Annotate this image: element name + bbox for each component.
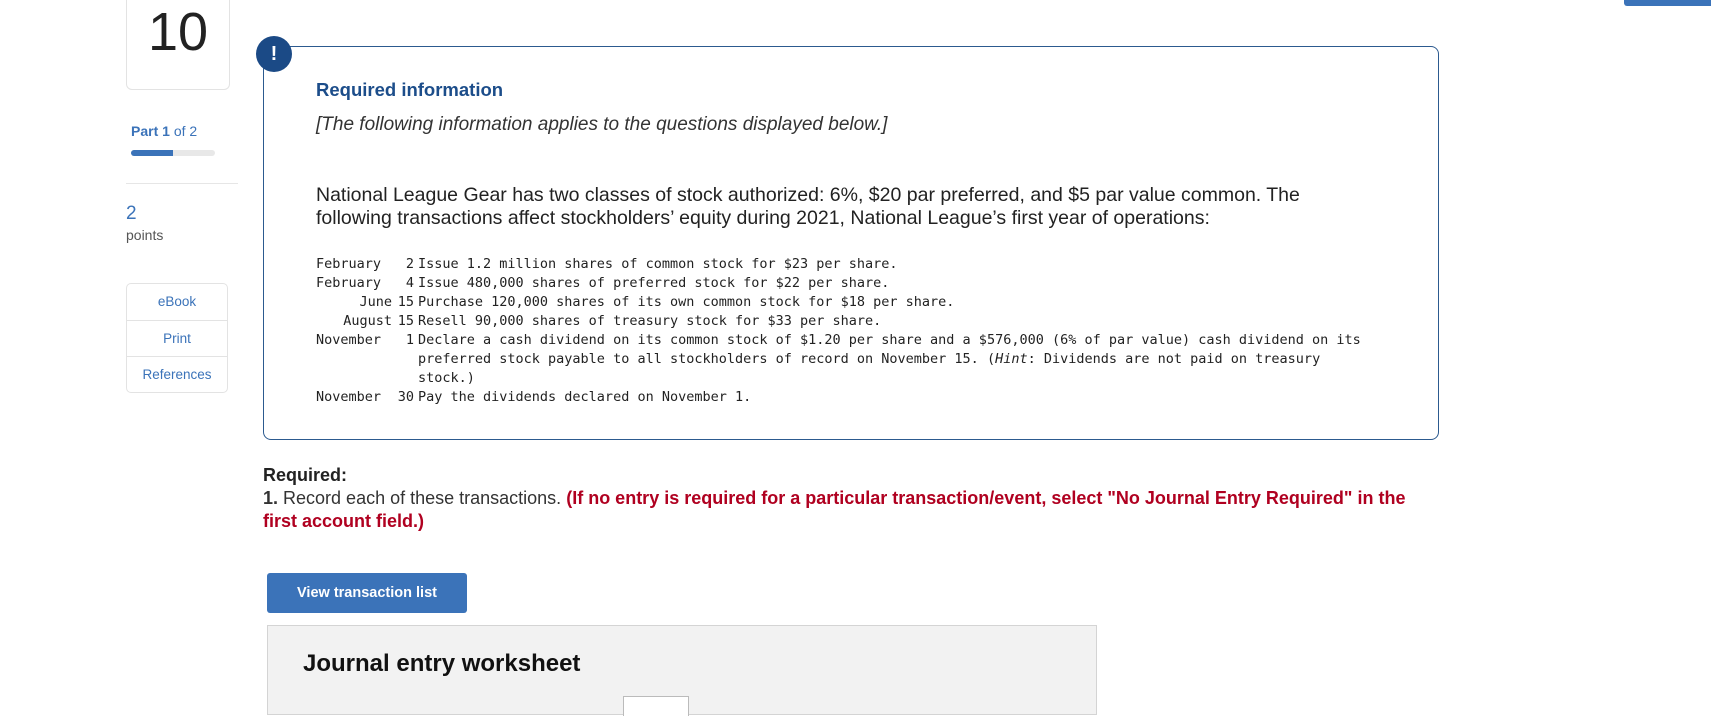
part-progress-bar — [131, 150, 215, 156]
transaction-desc: Issue 1.2 million shares of common stock… — [418, 256, 898, 272]
transaction-row: November 30 Pay the dividends declared on… — [316, 388, 1368, 407]
print-link[interactable]: Print — [127, 320, 227, 356]
transaction-desc: Declare a cash dividend on its common st… — [418, 331, 1368, 388]
worksheet-title: Journal entry worksheet — [303, 650, 581, 677]
part-prefix: Part — [131, 123, 159, 139]
transaction-row: February 2 Issue 1.2 million shares of co… — [316, 255, 1368, 274]
transaction-desc: Pay the dividends declared on November 1… — [418, 389, 752, 405]
top-right-tab[interactable] — [1624, 0, 1711, 6]
transaction-desc: Issue 480,000 shares of preferred stock … — [418, 275, 890, 291]
required-information-title: Required information — [316, 79, 504, 100]
transaction-row: August 15 Resell 90,000 shares of treasur… — [316, 312, 1368, 331]
rail-divider — [126, 183, 238, 184]
points-label: points — [126, 227, 164, 243]
required-instruction: 1. Record each of these transactions. (I… — [263, 487, 1443, 533]
transaction-day: 2 — [405, 256, 414, 272]
transaction-day: 15 — [397, 313, 414, 329]
transaction-month: November — [316, 389, 382, 405]
transaction-day: 30 — [397, 389, 414, 405]
alert-icon: ! — [256, 36, 292, 72]
transaction-month: June — [359, 294, 392, 310]
view-transaction-list-button[interactable]: View transaction list — [267, 573, 467, 613]
transaction-row: June 15 Purchase 120,000 shares of its ow… — [316, 293, 1368, 312]
transaction-row: November 1 Declare a cash dividend on its… — [316, 331, 1368, 388]
transaction-day: 4 — [405, 275, 414, 291]
references-link[interactable]: References — [127, 356, 227, 392]
transaction-month: November — [316, 332, 382, 348]
ebook-link[interactable]: eBook — [127, 284, 227, 320]
part-progress-fill — [131, 150, 173, 156]
part-current: 1 — [162, 123, 170, 139]
transaction-month: August — [343, 313, 392, 329]
transaction-month: February — [316, 256, 382, 272]
journal-entry-worksheet: Journal entry worksheet — [267, 625, 1097, 716]
transactions-table: February 2 Issue 1.2 million shares of co… — [316, 255, 1368, 407]
transaction-month: February — [316, 275, 382, 291]
problem-intro: National League Gear has two classes of … — [316, 184, 1300, 229]
points-value: 2 — [126, 203, 137, 224]
transaction-row: February 4 Issue 480,000 shares of prefer… — [316, 274, 1368, 293]
question-number-box: 10 — [126, 0, 230, 90]
required-item-number: 1. — [263, 488, 279, 508]
required-information-note: [The following information applies to th… — [316, 114, 888, 135]
part-indicator: Part 1 of 2 — [131, 123, 197, 139]
part-total: of 2 — [173, 123, 198, 139]
hint-label: Hint — [995, 351, 1028, 367]
required-heading: Required: — [263, 465, 348, 485]
transaction-day: 15 — [397, 294, 414, 310]
transaction-day: 1 — [405, 332, 414, 348]
tools-panel: eBook Print References — [126, 283, 228, 393]
worksheet-tab[interactable] — [623, 696, 689, 716]
required-item-text: Record each of these transactions. — [283, 488, 562, 508]
transaction-desc: Purchase 120,000 shares of its own commo… — [418, 294, 955, 310]
question-number: 10 — [147, 2, 209, 62]
transaction-desc: Resell 90,000 shares of treasury stock f… — [418, 313, 882, 329]
